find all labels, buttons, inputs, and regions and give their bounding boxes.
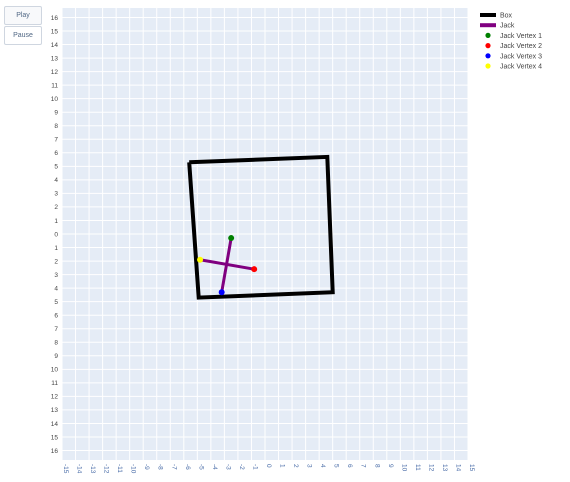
- x-tick-label: 11: [414, 464, 421, 471]
- y-tick-label: 14: [51, 42, 59, 49]
- x-tick-label: -6: [184, 464, 191, 470]
- y-tick-label: 11: [51, 82, 58, 89]
- jack-vertex-4-marker: [197, 256, 204, 263]
- y-tick-label: 6: [54, 150, 58, 157]
- x-tick-label: -4: [211, 464, 218, 470]
- x-tick-label: 9: [387, 464, 394, 468]
- jack-vertex-2-marker: [251, 266, 258, 273]
- y-tick-label: 16: [51, 15, 59, 22]
- x-axis-ticks: -15 -14 -13 -12 -11 -10 -9 -8 -7 -6 -5 -4 -3 -2 -1 0 1 2 3…: [62, 464, 475, 474]
- y-tick-label: 8: [54, 340, 58, 347]
- x-tick-label: 15: [468, 464, 475, 472]
- y-tick-label: 6: [54, 312, 58, 319]
- x-tick-label: 5: [333, 464, 340, 468]
- legend-swatch-marker: [485, 43, 491, 49]
- x-tick-label: 2: [292, 464, 299, 468]
- x-tick-label: 3: [306, 464, 313, 468]
- y-tick-label: 3: [54, 191, 58, 198]
- y-tick-label: 7: [54, 137, 58, 144]
- x-tick-label: -9: [143, 464, 150, 470]
- jack-vertex-3-marker: [218, 289, 225, 296]
- x-tick-label: -11: [116, 464, 123, 473]
- y-tick-label: 15: [51, 28, 59, 35]
- y-axis-ticks: 1615141312111098765432101234567891011121…: [51, 15, 59, 455]
- y-tick-label: 13: [51, 407, 59, 414]
- y-tick-label: 9: [54, 110, 58, 117]
- x-tick-label: 8: [373, 464, 380, 468]
- y-tick-label: 11: [51, 380, 58, 387]
- y-tick-label: 0: [54, 231, 58, 238]
- y-tick-label: 13: [51, 55, 59, 62]
- chart-svg: 1615141312111098765432101234567891011121…: [51, 8, 542, 474]
- legend-label: Jack Vertex 4: [500, 64, 542, 71]
- x-tick-label: 13: [441, 464, 448, 472]
- legend-swatch-marker: [485, 53, 491, 59]
- legend-swatch-marker: [485, 32, 491, 39]
- x-tick-label: 6: [346, 464, 353, 468]
- y-tick-label: 9: [54, 353, 58, 360]
- y-tick-label: 4: [54, 177, 58, 184]
- y-tick-label: 1: [54, 218, 58, 225]
- x-tick-label: -14: [76, 464, 83, 474]
- legend-swatch-marker: [485, 63, 491, 69]
- y-tick-label: 2: [54, 258, 58, 265]
- legend-label: Jack Vertex 1: [500, 33, 542, 40]
- y-tick-label: 5: [54, 164, 58, 171]
- legend-label: Jack Vertex 2: [500, 43, 542, 50]
- x-tick-label: -8: [157, 464, 164, 470]
- x-tick-label: -2: [238, 464, 245, 470]
- y-tick-label: 5: [54, 299, 58, 306]
- x-tick-label: 7: [360, 464, 367, 468]
- y-tick-label: 8: [54, 123, 58, 130]
- x-tick-label: 0: [265, 464, 272, 468]
- x-tick-label: 12: [427, 464, 434, 472]
- legend-label: Jack Vertex 3: [500, 53, 542, 60]
- y-tick-label: 2: [54, 204, 58, 211]
- legend: Box Jack Jack Vertex 1 Jack Vertex 2 Jack Ve…: [480, 13, 542, 71]
- y-tick-label: 15: [51, 434, 59, 441]
- y-tick-label: 10: [51, 367, 59, 374]
- x-tick-label: 1: [279, 464, 286, 468]
- legend-label: Jack: [500, 23, 515, 30]
- y-tick-label: 12: [51, 69, 59, 76]
- y-tick-label: 3: [54, 272, 58, 279]
- y-tick-label: 7: [54, 326, 58, 333]
- x-tick-label: -10: [130, 464, 137, 474]
- x-tick-label: 4: [319, 464, 326, 468]
- y-tick-label: 1: [54, 245, 58, 252]
- y-tick-label: 14: [51, 421, 59, 428]
- x-tick-label: -12: [103, 464, 110, 474]
- x-tick-label: 14: [454, 464, 461, 472]
- y-tick-label: 4: [54, 285, 58, 292]
- y-tick-label: 10: [51, 96, 59, 103]
- x-tick-label: -5: [197, 464, 204, 470]
- jack-vertex-1-marker: [228, 235, 235, 242]
- y-tick-label: 12: [51, 394, 59, 401]
- x-tick-label: -15: [62, 464, 69, 474]
- x-tick-label: -7: [170, 464, 177, 470]
- y-tick-label: 16: [51, 448, 59, 455]
- x-tick-label: -13: [89, 464, 96, 474]
- x-tick-label: -3: [224, 464, 231, 470]
- x-tick-label: -1: [251, 464, 258, 470]
- legend-label: Box: [500, 13, 513, 20]
- x-tick-label: 10: [400, 464, 407, 472]
